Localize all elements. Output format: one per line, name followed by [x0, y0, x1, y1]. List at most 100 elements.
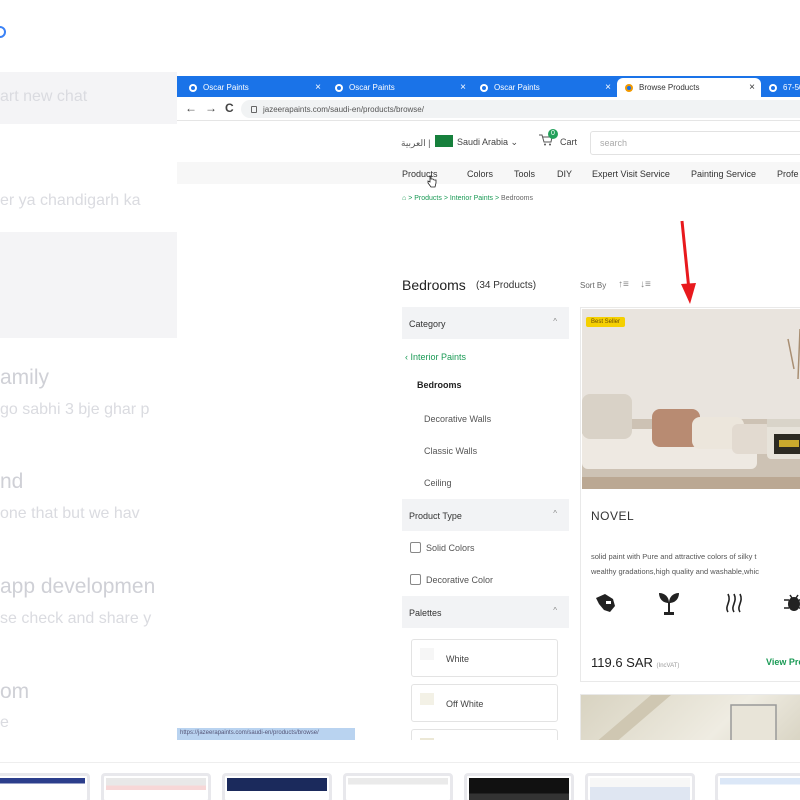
best-seller-badge: Best Seller	[586, 317, 626, 327]
close-tab-icon[interactable]: ×	[315, 82, 321, 93]
site-favicon-icon	[335, 83, 343, 92]
language-switch[interactable]: العربية |	[401, 138, 430, 149]
product-name[interactable]: NOVEL	[591, 509, 634, 523]
url-field[interactable]: jazeerapaints.com/saudi-en/products/brow…	[241, 100, 800, 118]
back-to-interior-paints[interactable]: ‹ Interior Paints	[405, 352, 466, 362]
category-classic-walls[interactable]: Classic Walls	[424, 446, 477, 456]
close-tab-icon[interactable]: ×	[460, 82, 466, 93]
decorative-color-checkbox[interactable]	[410, 574, 421, 585]
category-bedrooms[interactable]: Bedrooms	[417, 380, 462, 390]
nav-colors[interactable]: Colors	[467, 169, 493, 179]
chat-title[interactable]: nd	[0, 470, 23, 494]
breadcrumb-products[interactable]: Products	[414, 195, 442, 202]
tab-oscar-paints-2[interactable]: Oscar Paints ×	[327, 78, 472, 97]
breadcrumb-current: Bedrooms	[501, 195, 533, 202]
decorative-color-label: Decorative Color	[426, 575, 494, 585]
chat-title[interactable]: app developmen	[0, 575, 155, 599]
forward-icon[interactable]: →	[205, 101, 217, 115]
reload-icon[interactable]: C	[225, 101, 234, 115]
bug-icon	[784, 594, 800, 611]
swatch	[420, 693, 434, 705]
url-text: jazeerapaints.com/saudi-en/products/brow…	[263, 104, 424, 114]
nav-expert-visit[interactable]: Expert Visit Service	[592, 169, 670, 179]
window-thumbnail[interactable]	[0, 773, 90, 800]
sort-descending-icon[interactable]: ↓≡	[640, 279, 651, 290]
home-icon[interactable]: ⌂	[402, 195, 406, 202]
window-thumbnail[interactable]	[343, 773, 453, 800]
window-thumbnails	[0, 762, 800, 800]
price-value: 119.6 SAR	[591, 655, 653, 670]
chat-title[interactable]: amily	[0, 366, 49, 390]
search-input[interactable]: search	[590, 131, 800, 155]
chat-list-item[interactable]: er ya chandigarh ka	[0, 192, 141, 210]
description-line: solid paint with Pure and attractive col…	[591, 552, 757, 561]
palette-next[interactable]	[411, 729, 558, 740]
chevron-up-icon[interactable]: ^	[553, 317, 557, 326]
category-header[interactable]: Category ^	[402, 307, 569, 339]
site-favicon-icon	[480, 83, 488, 92]
country-select[interactable]: Saudi Arabia ⌄	[457, 137, 518, 148]
palette-label: Off White	[446, 699, 484, 709]
category-ceiling[interactable]: Ceiling	[424, 478, 452, 488]
chat-title[interactable]: om	[0, 680, 29, 704]
window-thumbnail[interactable]	[715, 773, 800, 800]
product-type-header[interactable]: Product Type ^	[402, 499, 569, 531]
category-header-label: Category	[409, 319, 446, 329]
chat-preview: go sabhi 3 bje ghar p	[0, 401, 150, 418]
palette-off-white[interactable]: Off White	[411, 684, 558, 722]
solid-colors-checkbox[interactable]	[410, 542, 421, 553]
heat-icon	[726, 593, 742, 613]
tab-label: Oscar Paints	[494, 83, 540, 92]
tab-oscar-paints-3[interactable]: Oscar Paints ×	[472, 78, 617, 97]
window-thumbnail[interactable]	[464, 773, 574, 800]
browser-window: Oscar Paints × Oscar Paints × Oscar Pain…	[177, 76, 800, 740]
site-favicon-icon	[625, 83, 633, 92]
status-bar-url: https://jazeerapaints.com/saudi-en/produ…	[177, 728, 355, 740]
product-image[interactable]	[581, 695, 800, 740]
tab-label: Oscar Paints	[349, 83, 395, 92]
window-thumbnail[interactable]	[101, 773, 211, 800]
palettes-header-label: Palettes	[409, 608, 442, 618]
product-count: (34 Products)	[476, 280, 537, 291]
window-thumbnail[interactable]	[222, 773, 332, 800]
view-product-link[interactable]: View Pro	[766, 657, 800, 667]
sort-label: Sort By	[580, 281, 607, 290]
tab-other[interactable]: 67-50	[761, 78, 800, 97]
product-card[interactable]	[580, 694, 800, 740]
breadcrumb-separator: >	[443, 195, 448, 202]
window-thumbnail[interactable]	[585, 773, 695, 800]
breadcrumb-interior-paints[interactable]: Interior Paints	[450, 195, 493, 202]
tab-oscar-paints-1[interactable]: Oscar Paints ×	[181, 78, 327, 97]
nav-painting-service[interactable]: Painting Service	[691, 169, 756, 179]
swatch	[420, 648, 434, 660]
category-decorative-walls[interactable]: Decorative Walls	[424, 414, 491, 424]
vat-note: (IncVAT)	[656, 663, 680, 669]
cart-link[interactable]: Cart	[560, 137, 577, 147]
lock-icon	[251, 105, 257, 113]
tab-bar: Oscar Paints × Oscar Paints × Oscar Pain…	[177, 76, 800, 97]
tab-browse-products[interactable]: Browse Products ×	[617, 78, 761, 97]
palette-white[interactable]: White	[411, 639, 558, 677]
product-type-header-label: Product Type	[409, 511, 462, 521]
nav-diy[interactable]: DIY	[557, 169, 572, 179]
cart-count-badge: 0	[548, 129, 558, 139]
solid-colors-label: Solid Colors	[426, 543, 475, 553]
chat-preview: one that but we hav	[0, 505, 140, 522]
product-image[interactable]: Best Seller	[582, 309, 800, 489]
breadcrumb: ⌂ > Products > Interior Paints > Bedroom…	[402, 195, 533, 202]
back-icon[interactable]: ←	[185, 101, 197, 115]
tab-label: 67-50	[783, 83, 800, 92]
new-chat-button[interactable]: art new chat	[0, 88, 87, 106]
nav-tools[interactable]: Tools	[514, 169, 535, 179]
sort-ascending-icon[interactable]: ↑≡	[618, 279, 629, 290]
close-tab-icon[interactable]: ×	[605, 82, 611, 93]
plant-icon	[659, 593, 679, 615]
site-favicon-icon	[189, 83, 197, 92]
palettes-header[interactable]: Palettes ^	[402, 596, 569, 628]
product-card[interactable]: Best Seller NOVEL solid paint with Pure …	[580, 307, 800, 682]
close-tab-icon[interactable]: ×	[749, 82, 755, 93]
nav-professional[interactable]: Profe	[777, 169, 799, 179]
chevron-up-icon[interactable]: ^	[553, 606, 557, 615]
chevron-up-icon[interactable]: ^	[553, 509, 557, 518]
address-bar: ← → C jazeerapaints.com/saudi-en/product…	[177, 97, 800, 121]
